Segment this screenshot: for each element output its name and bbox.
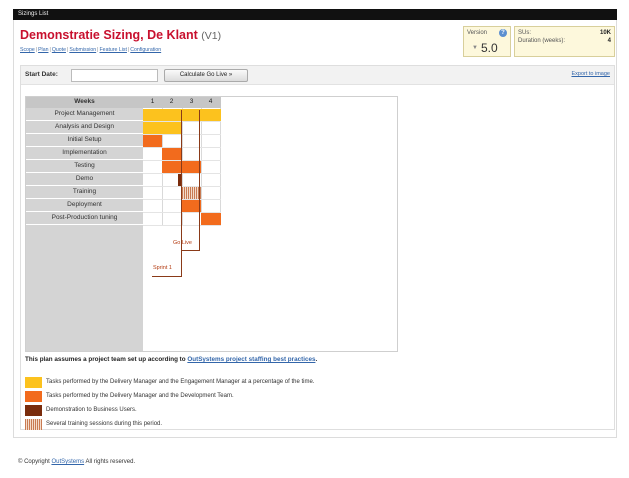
week-header-1: 1 — [150, 98, 155, 105]
grid-line — [143, 147, 221, 148]
legend-swatch-brown — [25, 405, 42, 416]
task-label: Implementation — [26, 147, 143, 160]
task-label: Project Management — [26, 108, 143, 121]
version-box: Version ? ▼ 5.0 — [463, 26, 511, 57]
week-header-3: 3 — [189, 98, 194, 105]
bar-post-production-tuning — [201, 213, 221, 225]
link-feature-list[interactable]: Feature List — [100, 47, 127, 53]
duration-label: Duration (weeks): — [518, 38, 566, 44]
sus-label: SUs: — [518, 30, 532, 36]
window-title: Sizings List — [18, 11, 49, 17]
export-to-image-link[interactable]: Export to image — [571, 71, 610, 77]
legend-swatch-yellow — [25, 377, 42, 388]
outsystems-link[interactable]: OutSystems — [51, 459, 84, 465]
plan-note: This plan assumes a project team set up … — [25, 356, 317, 363]
grid-line — [201, 108, 202, 225]
legend-swatch-hatched — [25, 419, 42, 430]
legend-item: Demonstration to Business Users. — [25, 405, 505, 417]
task-label: Demo — [26, 173, 143, 186]
main-frame: Demonstratie Sizing, De Klant (V1) Scope… — [13, 20, 617, 438]
weeks-header: Weeks — [74, 98, 95, 105]
start-date-input[interactable] — [71, 69, 158, 82]
link-plan[interactable]: Plan — [38, 47, 48, 53]
link-configuration[interactable]: Configuration — [130, 47, 161, 53]
legend-text: Tasks performed by the Delivery Manager … — [46, 393, 234, 399]
copyright-prefix: © Copyright — [18, 459, 52, 465]
go-live-marker-base — [182, 250, 200, 251]
copyright-suffix: All rights reserved. — [84, 459, 136, 465]
task-label: Deployment — [26, 199, 143, 212]
gantt-chart: Weeks 1 2 3 4 Project Management Analysi… — [25, 96, 398, 352]
calculate-go-live-button[interactable]: Calculate Go Live » — [164, 69, 248, 82]
version-value: 5.0 — [481, 41, 498, 55]
sizing-version-tag: (V1) — [201, 30, 222, 42]
grid-line — [143, 173, 221, 174]
go-live-marker-label: Go Live — [173, 240, 192, 246]
bar-analysis-and-design — [143, 122, 182, 134]
task-label: Post-Production tuning — [26, 212, 143, 225]
plan-toolbar: Start Date: Calculate Go Live » Export t… — [21, 66, 614, 85]
stats-box: SUs: 10K Duration (weeks): 4 — [514, 26, 615, 57]
version-label: Version — [467, 30, 488, 36]
legend-swatch-orange — [25, 391, 42, 402]
grid-line — [220, 108, 221, 225]
plan-note-suffix: . — [315, 356, 318, 363]
sprint-marker-base — [152, 276, 182, 277]
section-links: Scope|Plan|Quote|Submission|Feature List… — [20, 47, 162, 53]
plan-note-text: This plan assumes a project team set up … — [25, 356, 188, 363]
week-header-4: 4 — [208, 98, 213, 105]
plan-panel: Start Date: Calculate Go Live » Export t… — [20, 65, 615, 430]
legend-item: Tasks performed by the Delivery Manager … — [25, 391, 505, 403]
task-label: Training — [26, 186, 143, 199]
legend-text: Several training sessions during this pe… — [46, 421, 163, 427]
window-title-bar: Sizings List — [13, 9, 617, 20]
link-scope[interactable]: Scope — [20, 47, 35, 53]
task-label: Testing — [26, 160, 143, 173]
grid-line — [143, 225, 221, 226]
sizing-title: Demonstratie Sizing, De Klant — [20, 28, 198, 42]
bar-project-management — [143, 109, 221, 121]
legend-item: Several training sessions during this pe… — [25, 419, 505, 431]
start-date-label: Start Date: — [25, 71, 58, 78]
staffing-best-practices-link[interactable]: OutSystems project staffing best practic… — [187, 356, 315, 363]
sus-value: 10K — [599, 30, 611, 36]
sprint-marker-label: Sprint 1 — [153, 265, 172, 271]
legend-item: Tasks performed by the Delivery Manager … — [25, 377, 505, 389]
legend-text: Demonstration to Business Users. — [46, 407, 137, 413]
task-label: Initial Setup — [26, 134, 143, 147]
bar-implementation — [162, 148, 182, 160]
go-live-marker-line — [199, 110, 200, 250]
page-title: Demonstratie Sizing, De Klant (V1) — [20, 28, 221, 42]
copyright-footer: © Copyright OutSystems All rights reserv… — [18, 459, 135, 465]
week-header-2: 2 — [169, 98, 174, 105]
link-quote[interactable]: Quote — [52, 47, 66, 53]
version-dropdown-icon[interactable]: ▼ — [472, 45, 478, 51]
sprint-marker-line — [181, 110, 182, 276]
legend-text: Tasks performed by the Delivery Manager … — [46, 379, 315, 385]
bar-initial-setup — [143, 135, 162, 147]
link-submission[interactable]: Submission — [69, 47, 96, 53]
duration-value: 4 — [607, 38, 611, 44]
task-label: Analysis and Design — [26, 121, 143, 134]
help-icon[interactable]: ? — [499, 29, 507, 37]
